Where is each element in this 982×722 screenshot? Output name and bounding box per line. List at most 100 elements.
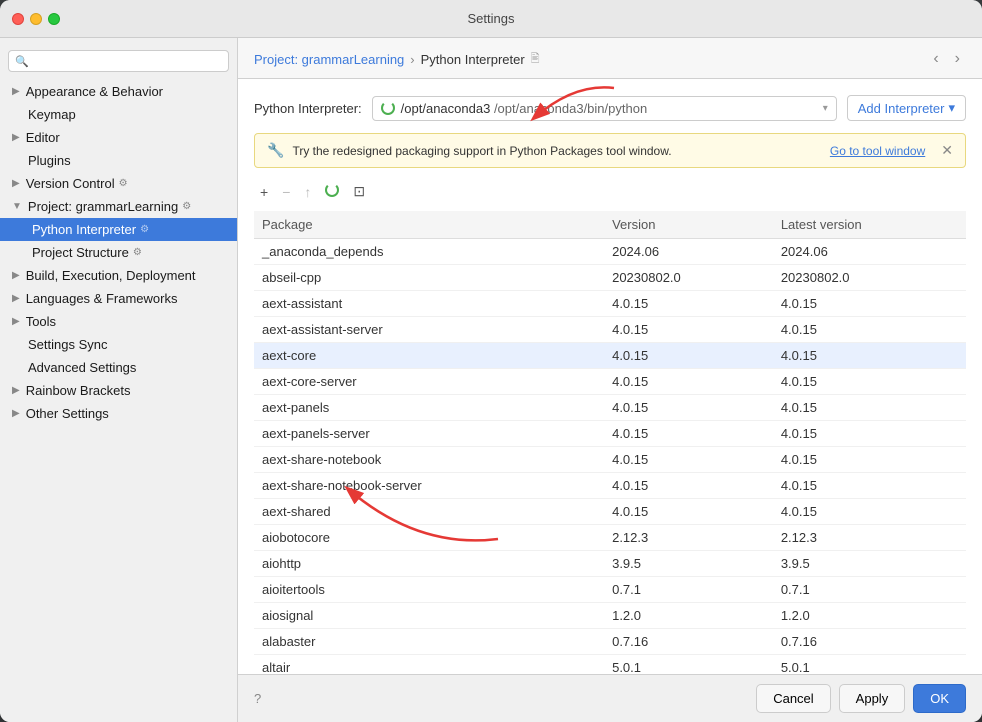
package-version: 4.0.15: [604, 369, 773, 395]
table-row[interactable]: aext-share-notebook-server4.0.154.0.15: [254, 473, 966, 499]
chevron-down-icon: ▼: [12, 201, 22, 212]
table-row[interactable]: aext-share-notebook4.0.154.0.15: [254, 447, 966, 473]
cancel-button[interactable]: Cancel: [756, 684, 830, 713]
sidebar-item-editor[interactable]: ▶ Editor: [0, 126, 237, 149]
table-row[interactable]: aext-core-server4.0.154.0.15: [254, 369, 966, 395]
help-icon[interactable]: ?: [254, 691, 261, 706]
package-name: aext-panels-server: [254, 421, 604, 447]
add-package-button[interactable]: +: [254, 181, 274, 203]
chevron-right-icon: ▶: [12, 408, 20, 419]
table-row[interactable]: abseil-cpp20230802.020230802.0: [254, 265, 966, 291]
search-box[interactable]: 🔍: [8, 50, 229, 72]
sidebar-item-version-control[interactable]: ▶ Version Control ⚙: [0, 172, 237, 195]
move-up-button[interactable]: ↑: [298, 181, 317, 203]
settings-window: Settings 🔍 ▶ Appearance & Behavior Keyma…: [0, 0, 982, 722]
package-name: aioitertools: [254, 577, 604, 603]
package-version: 4.0.15: [604, 473, 773, 499]
refresh-button[interactable]: [319, 180, 345, 203]
search-icon: 🔍: [15, 55, 29, 68]
sidebar-item-appearance-behavior[interactable]: ▶ Appearance & Behavior: [0, 80, 237, 103]
remove-package-button[interactable]: −: [276, 181, 296, 203]
sidebar-item-label: Python Interpreter: [32, 222, 136, 237]
sidebar-item-advanced-settings[interactable]: Advanced Settings: [0, 356, 237, 379]
sidebar-item-label: Appearance & Behavior: [26, 84, 163, 99]
package-name: aiobotocore: [254, 525, 604, 551]
apply-button[interactable]: Apply: [839, 684, 906, 713]
sidebar-item-label: Project: grammarLearning: [28, 199, 178, 214]
interpreter-select[interactable]: /opt/anaconda3 /opt/anaconda3/bin/python…: [372, 96, 837, 121]
chevron-right-icon: ▶: [12, 132, 20, 143]
sidebar-item-plugins[interactable]: Plugins: [0, 149, 237, 172]
sidebar-item-label: Editor: [26, 130, 60, 145]
sidebar-item-label: Build, Execution, Deployment: [26, 268, 196, 283]
sidebar-item-languages-frameworks[interactable]: ▶ Languages & Frameworks: [0, 287, 237, 310]
sidebar-item-rainbow-brackets[interactable]: ▶ Rainbow Brackets: [0, 379, 237, 402]
chevron-down-icon: ▾: [823, 103, 828, 114]
traffic-lights: [12, 13, 60, 25]
close-banner-button[interactable]: ✕: [941, 142, 953, 159]
table-row[interactable]: aext-shared4.0.154.0.15: [254, 499, 966, 525]
table-row[interactable]: _anaconda_depends2024.062024.06: [254, 239, 966, 265]
table-row[interactable]: aext-core4.0.154.0.15: [254, 343, 966, 369]
sidebar-item-settings-sync[interactable]: Settings Sync: [0, 333, 237, 356]
nav-forward-button[interactable]: ›: [949, 48, 966, 70]
table-row[interactable]: altair5.0.15.0.1: [254, 655, 966, 675]
info-icon: 🔧: [267, 142, 284, 159]
close-button[interactable]: [12, 13, 24, 25]
package-version: 5.0.1: [604, 655, 773, 675]
ok-button[interactable]: OK: [913, 684, 966, 713]
footer: ? Cancel Apply OK: [238, 674, 982, 722]
table-row[interactable]: alabaster0.7.160.7.16: [254, 629, 966, 655]
sidebar: 🔍 ▶ Appearance & Behavior Keymap ▶ Edito…: [0, 38, 238, 722]
chevron-right-icon: ▶: [12, 385, 20, 396]
col-header-package: Package: [254, 211, 604, 239]
sidebar-item-python-interpreter[interactable]: Python Interpreter ⚙: [0, 218, 237, 241]
sidebar-item-keymap[interactable]: Keymap: [0, 103, 237, 126]
sidebar-item-label: Settings Sync: [12, 337, 108, 352]
table-row[interactable]: aext-assistant4.0.154.0.15: [254, 291, 966, 317]
table-row[interactable]: aiobotocore2.12.32.12.3: [254, 525, 966, 551]
pin-icon: 🖹: [531, 50, 540, 69]
sidebar-item-project-grammarlearning[interactable]: ▼ Project: grammarLearning ⚙: [0, 195, 237, 218]
chevron-right-icon: ▶: [12, 178, 20, 189]
settings-icon: ⚙: [182, 201, 191, 212]
spinner-icon: [381, 101, 395, 115]
table-row[interactable]: aiohttp3.9.53.9.5: [254, 551, 966, 577]
table-row[interactable]: aiosignal1.2.01.2.0: [254, 603, 966, 629]
sidebar-item-project-structure[interactable]: Project Structure ⚙: [0, 241, 237, 264]
sidebar-item-label: Advanced Settings: [12, 360, 136, 375]
settings-icon: ⚙: [133, 247, 142, 258]
content: Project: grammarLearning › Python Interp…: [238, 38, 982, 674]
minimize-button[interactable]: [30, 13, 42, 25]
breadcrumb-current: Python Interpreter: [421, 52, 525, 67]
package-version: 0.7.1: [604, 577, 773, 603]
package-version: 0.7.16: [604, 629, 773, 655]
nav-back-button[interactable]: ‹: [927, 48, 944, 70]
chevron-right-icon: ▶: [12, 293, 20, 304]
package-latest: 0.7.1: [773, 577, 966, 603]
table-row[interactable]: aext-panels-server4.0.154.0.15: [254, 421, 966, 447]
settings-icon: ⚙: [140, 224, 149, 235]
table-row[interactable]: aioitertools0.7.10.7.1: [254, 577, 966, 603]
sidebar-item-other-settings[interactable]: ▶ Other Settings: [0, 402, 237, 425]
package-name: aext-shared: [254, 499, 604, 525]
packages-table: Package Version Latest version _anaconda…: [254, 211, 966, 674]
packages-toolbar: + − ↑ ⊡: [254, 180, 966, 203]
table-row[interactable]: aext-panels4.0.154.0.15: [254, 395, 966, 421]
package-version: 2024.06: [604, 239, 773, 265]
sidebar-item-label: Other Settings: [26, 406, 109, 421]
sidebar-item-tools[interactable]: ▶ Tools: [0, 310, 237, 333]
main-layout: 🔍 ▶ Appearance & Behavior Keymap ▶ Edito…: [0, 38, 982, 722]
maximize-button[interactable]: [48, 13, 60, 25]
search-input[interactable]: [33, 54, 222, 68]
table-row[interactable]: aext-assistant-server4.0.154.0.15: [254, 317, 966, 343]
package-latest: 2.12.3: [773, 525, 966, 551]
add-interpreter-button[interactable]: Add Interpreter ▾: [847, 95, 966, 121]
package-latest: 4.0.15: [773, 369, 966, 395]
sidebar-item-label: Tools: [26, 314, 56, 329]
show-all-button[interactable]: ⊡: [347, 180, 371, 203]
go-to-tool-window-link[interactable]: Go to tool window: [830, 144, 925, 158]
package-version: 4.0.15: [604, 343, 773, 369]
sidebar-item-build-execution[interactable]: ▶ Build, Execution, Deployment: [0, 264, 237, 287]
breadcrumb-parent[interactable]: Project: grammarLearning: [254, 52, 404, 67]
